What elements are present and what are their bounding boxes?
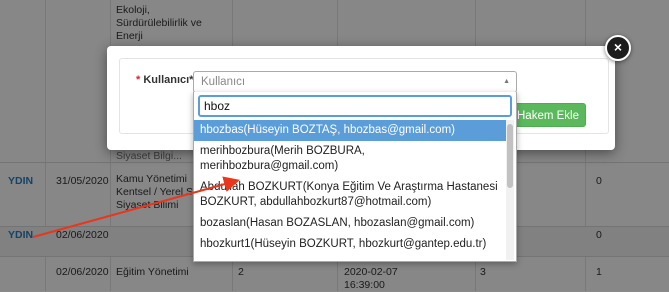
annotation-arrow-icon <box>32 176 240 238</box>
